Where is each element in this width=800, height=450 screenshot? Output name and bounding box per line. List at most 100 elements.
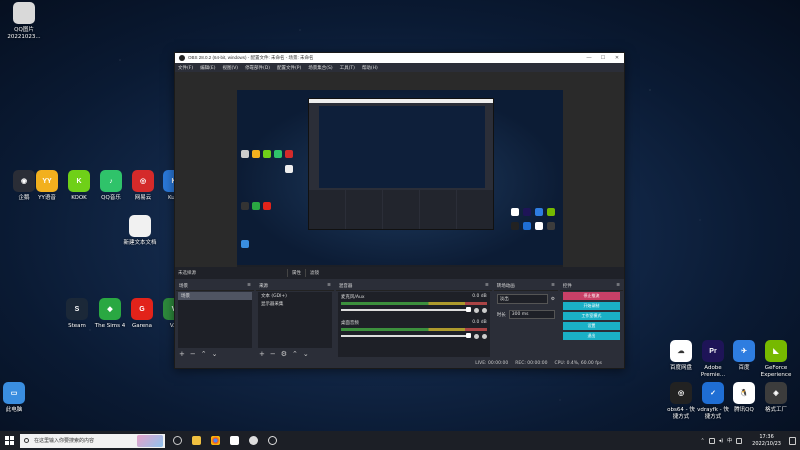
clock[interactable]: 17:36 2022/10/23 bbox=[752, 434, 781, 447]
move-down-icon[interactable]: ⌄ bbox=[303, 350, 309, 358]
search-placeholder: 在这里输入你要搜索的内容 bbox=[34, 438, 95, 444]
exit-button[interactable]: 退出 bbox=[562, 332, 621, 340]
stop-streaming-button[interactable]: 停止推流 bbox=[562, 292, 621, 300]
speaker-icon[interactable] bbox=[473, 307, 479, 313]
desktop-icon-label: GeForce Experience bbox=[760, 365, 792, 378]
kook-icon: K bbox=[68, 170, 90, 192]
volume-icon[interactable]: ◂) bbox=[719, 438, 723, 444]
move-up-icon[interactable]: ⌃ bbox=[292, 350, 298, 358]
dock-menu-icon[interactable]: ≡ bbox=[485, 283, 489, 288]
add-source-icon[interactable]: + bbox=[259, 350, 265, 358]
obs-preview[interactable] bbox=[175, 72, 624, 273]
netease-music-icon: ◎ bbox=[132, 170, 154, 192]
settings-button[interactable]: 设置 bbox=[562, 322, 621, 330]
qq-taskbar-icon[interactable] bbox=[230, 436, 239, 445]
preview-canvas[interactable] bbox=[237, 90, 563, 273]
cortana-icon[interactable] bbox=[173, 436, 182, 445]
menu-help[interactable]: 帮助(H) bbox=[362, 65, 378, 71]
ime-icon[interactable]: 中 bbox=[727, 437, 732, 444]
dock-menu-icon[interactable]: ≡ bbox=[551, 283, 555, 288]
notification-icon[interactable] bbox=[789, 436, 796, 445]
desktop-icon-label: 新建文本文档 bbox=[123, 240, 157, 246]
menu-scene-collection[interactable]: 场景集合(S) bbox=[308, 65, 332, 71]
gear-icon[interactable]: ⚙ bbox=[551, 297, 555, 302]
chrome-icon[interactable] bbox=[211, 436, 220, 445]
menu-view[interactable]: 视图(V) bbox=[222, 65, 238, 71]
tray-app-icon[interactable] bbox=[736, 437, 743, 444]
dock-menu-icon[interactable]: ≡ bbox=[616, 283, 620, 288]
close-icon[interactable]: ✕ bbox=[610, 55, 624, 61]
recording-taskbar-icon[interactable] bbox=[268, 436, 277, 445]
gear-icon[interactable] bbox=[481, 333, 487, 339]
controls-title: 控件 bbox=[562, 283, 572, 289]
remove-scene-icon[interactable]: − bbox=[190, 350, 196, 358]
menu-edit[interactable]: 编辑(E) bbox=[200, 65, 215, 71]
gear-icon[interactable] bbox=[481, 307, 487, 313]
app-feiyu-icon: ✈ bbox=[733, 340, 755, 362]
live-time: LIVE: 00:00:00 bbox=[475, 360, 509, 366]
mixer-channel-desktop: 桌面音频 0.0 dB bbox=[338, 318, 490, 339]
desktop-icon-label: 网易云 bbox=[134, 195, 152, 201]
move-down-icon[interactable]: ⌄ bbox=[212, 350, 218, 358]
steam-icon: S bbox=[66, 298, 88, 320]
properties-button[interactable]: 属性 bbox=[287, 269, 305, 277]
add-scene-icon[interactable]: + bbox=[179, 350, 185, 358]
source-item-display-capture[interactable]: 显示器采集 bbox=[258, 300, 332, 308]
mixer-title: 混音器 bbox=[338, 283, 353, 289]
transition-select[interactable]: 淡出 bbox=[496, 294, 548, 304]
start-button[interactable] bbox=[0, 431, 18, 450]
menu-tools[interactable]: 工具(T) bbox=[340, 65, 355, 71]
source-settings-icon[interactable]: ⚙ bbox=[281, 350, 287, 358]
status-bar: LIVE: 00:00:00 REC: 00:00:00 CPU: 0.4%, … bbox=[175, 358, 624, 368]
taskbar: 在这里输入你要搜索的内容 ⌃ ◂) 中 17:36 2022/10/23 bbox=[0, 431, 800, 450]
scenes-title: 场景 bbox=[179, 283, 188, 289]
filters-button[interactable]: 滤镜 bbox=[305, 269, 323, 277]
desktop-icon-this-pc[interactable]: ▭ 此电脑 bbox=[0, 382, 36, 414]
desktop-icon-geforce-experience[interactable]: ◣ GeForce Experience bbox=[754, 340, 798, 378]
obs-titlebar[interactable]: OBS 28.0.2 (64-bit, windows) - 配置文件: 未命名… bbox=[175, 53, 624, 63]
desktop-icon-label: 格式工厂 bbox=[764, 407, 787, 413]
qq-music-icon: ♪ bbox=[100, 170, 122, 192]
maximize-icon[interactable]: ☐ bbox=[596, 55, 610, 61]
studio-mode-button[interactable]: 工作室模式 bbox=[562, 312, 621, 320]
mixer-channel-mic: 麦克风/Aux 0.0 dB bbox=[338, 292, 490, 313]
desktop-icon-label: YY语音 bbox=[38, 195, 56, 201]
volume-slider[interactable] bbox=[340, 333, 471, 338]
rec-time: REC: 00:00:00 bbox=[515, 360, 548, 366]
volume-slider[interactable] bbox=[340, 307, 471, 312]
file-explorer-icon[interactable] bbox=[192, 436, 201, 445]
search-icon bbox=[24, 438, 29, 443]
desktop-icon-label: QQ图片 20221023... bbox=[7, 27, 41, 40]
controls-dock: 控件 ≡ 停止推流 开始录制 工作室模式 设置 退出 bbox=[559, 281, 624, 358]
this-pc-icon: ▭ bbox=[3, 382, 25, 404]
duration-label: 时长 bbox=[496, 312, 506, 318]
menu-file[interactable]: 文件(F) bbox=[178, 65, 193, 71]
source-item-text[interactable]: 文本 (GDI+) bbox=[258, 292, 332, 300]
remove-source-icon[interactable]: − bbox=[270, 350, 276, 358]
desktop-icon-format-factory[interactable]: ◈ 格式工厂 bbox=[754, 382, 798, 414]
tray-overflow-icon[interactable]: ⌃ bbox=[700, 438, 704, 444]
menu-profile[interactable]: 配置文件(P) bbox=[277, 65, 301, 71]
desktop-icon-qq-image-file[interactable]: QQ图片 20221023... bbox=[2, 2, 46, 40]
taskbar-search[interactable]: 在这里输入你要搜索的内容 bbox=[20, 433, 165, 448]
dock-menu-icon[interactable]: ≡ bbox=[327, 283, 331, 288]
obs-window[interactable]: OBS 28.0.2 (64-bit, windows) - 配置文件: 未命名… bbox=[174, 52, 625, 369]
speaker-icon[interactable] bbox=[473, 333, 479, 339]
obs-menubar: 文件(F) 编辑(E) 视图(V) 停靠部件(D) 配置文件(P) 场景集合(S… bbox=[175, 63, 624, 72]
desktop-icon-new-text-doc[interactable]: 新建文本文档 bbox=[118, 215, 162, 247]
menu-docks[interactable]: 停靠部件(D) bbox=[245, 65, 270, 71]
obs-taskbar-icon[interactable] bbox=[249, 436, 258, 445]
windows-logo-icon bbox=[4, 436, 14, 445]
desktop-icon-label: 腾讯QQ bbox=[734, 407, 754, 413]
desktop-icon-label: Steam bbox=[68, 323, 86, 329]
qq-image-file-icon bbox=[13, 2, 35, 24]
network-icon[interactable] bbox=[708, 437, 715, 444]
start-recording-button[interactable]: 开始录制 bbox=[562, 302, 621, 310]
minimize-icon[interactable]: — bbox=[582, 55, 596, 61]
move-up-icon[interactable]: ⌃ bbox=[201, 350, 207, 358]
dock-menu-icon[interactable]: ≡ bbox=[247, 283, 251, 288]
obs-shortcut-icon: ◎ bbox=[670, 382, 692, 404]
scene-item[interactable]: 场景 bbox=[178, 292, 252, 300]
the-sims-4-icon: ◆ bbox=[99, 298, 121, 320]
duration-input[interactable]: 300 ms bbox=[508, 310, 555, 319]
